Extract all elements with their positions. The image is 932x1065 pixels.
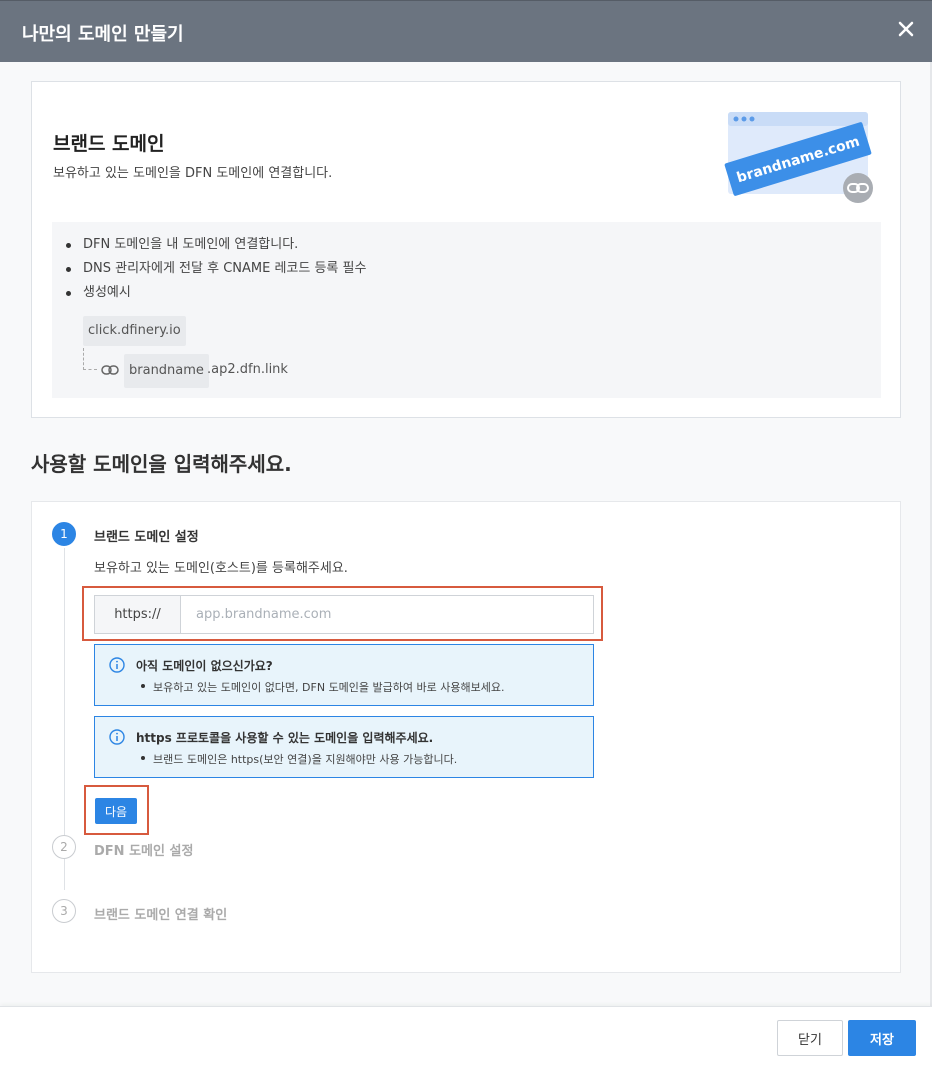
- step-1-description: 보유하고 있는 도메인(호스트)를 등록해주세요.: [94, 561, 348, 576]
- dialog-title: 나만의 도메인 만들기: [22, 24, 184, 45]
- step-2-number: 2: [52, 835, 76, 859]
- steps-card: 1 브랜드 도메인 설정 보유하고 있는 도메인(호스트)를 등록해주세요. h…: [31, 501, 901, 973]
- notice-title: https 프로토콜을 사용할 수 있는 도메인을 입력해주세요.: [136, 731, 434, 745]
- step-2-label: DFN 도메인 설정: [94, 844, 194, 859]
- brand-domain-card: 브랜드 도메인 보유하고 있는 도메인을 DFN 도메인에 연결합니다. bra…: [31, 81, 901, 418]
- domain-input[interactable]: [181, 596, 593, 633]
- domain-input-group: https://: [94, 595, 594, 634]
- list-item: DFN 도메인을 내 도메인에 연결합니다.: [65, 236, 366, 260]
- notice-text: 보유하고 있는 도메인이 없다면, DFN 도메인을 발급하여 바로 사용해보세…: [140, 681, 505, 694]
- info-icon: [109, 729, 125, 745]
- notice-title: 아직 도메인이 없으신가요?: [136, 659, 273, 673]
- example-connector-line: [83, 348, 97, 370]
- list-item: DNS 관리자에게 전달 후 CNAME 레코드 등록 필수: [65, 260, 366, 284]
- protocol-prefix: https://: [95, 596, 181, 633]
- domain-info-box: DFN 도메인을 내 도메인에 연결합니다. DNS 관리자에게 전달 후 CN…: [52, 222, 881, 398]
- brand-domain-description: 보유하고 있는 도메인을 DFN 도메인에 연결합니다.: [53, 166, 333, 181]
- step-1-label: 브랜드 도메인 설정: [94, 530, 199, 545]
- step-3-number: 3: [52, 899, 76, 923]
- close-icon-glyph: [898, 21, 914, 37]
- notice-no-domain: 아직 도메인이 없으신가요? 보유하고 있는 도메인이 없다면, DFN 도메인…: [94, 644, 594, 706]
- info-icon: [109, 657, 125, 673]
- example-brand-chip: brandname: [124, 354, 209, 388]
- save-button[interactable]: 저장: [848, 1020, 916, 1056]
- example-domain-suffix: .ap2.dfn.link: [207, 362, 288, 377]
- example-domain-chip: click.dfinery.io: [83, 316, 186, 346]
- dialog-footer: 닫기 저장: [0, 1006, 932, 1065]
- link-icon: [101, 365, 119, 375]
- info-bullet-list: DFN 도메인을 내 도메인에 연결합니다. DNS 관리자에게 전달 후 CN…: [65, 236, 366, 308]
- close-icon[interactable]: [894, 17, 918, 41]
- step-1-number: 1: [52, 522, 76, 546]
- list-item: 생성예시: [65, 284, 366, 308]
- next-button[interactable]: 다음: [95, 798, 137, 824]
- brand-domain-illustration: brandname.com: [720, 104, 880, 204]
- dialog-titlebar: 나만의 도메인 만들기: [0, 0, 932, 62]
- step-3-label: 브랜드 도메인 연결 확인: [94, 908, 228, 923]
- notice-text: 브랜드 도메인은 https(보안 연결)을 지원해야만 사용 가능합니다.: [140, 753, 458, 766]
- close-button[interactable]: 닫기: [777, 1020, 843, 1056]
- brand-domain-title: 브랜드 도메인: [53, 133, 165, 155]
- notice-https: https 프로토콜을 사용할 수 있는 도메인을 입력해주세요. 브랜드 도메…: [94, 716, 594, 778]
- dialog-body: 브랜드 도메인 보유하고 있는 도메인을 DFN 도메인에 연결합니다. bra…: [0, 62, 932, 1006]
- section-title: 사용할 도메인을 입력해주세요.: [31, 452, 292, 476]
